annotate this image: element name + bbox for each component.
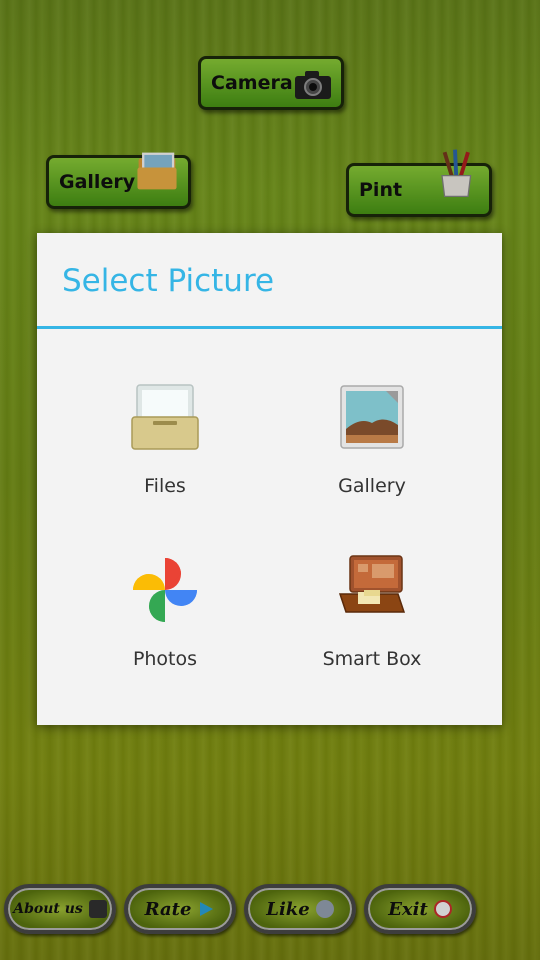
file-drawer-icon [131, 384, 199, 450]
landscape-photo-icon [340, 385, 404, 449]
option-photos[interactable]: Photos [65, 554, 265, 694]
option-files[interactable]: Files [65, 381, 265, 521]
dialog-title: Select Picture [37, 233, 502, 329]
option-gallery-label: Gallery [338, 475, 406, 497]
option-files-label: Files [144, 475, 186, 497]
option-photos-label: Photos [132, 648, 198, 670]
select-picture-dialog: Select Picture Files Gallery Photos Smar… [37, 233, 502, 725]
option-smart-box-label: Smart Box [322, 648, 422, 670]
google-photos-pinwheel-icon [133, 558, 197, 622]
option-gallery[interactable]: Gallery [272, 381, 472, 521]
option-smart-box[interactable]: Smart Box [272, 554, 472, 694]
briefcase-icon [338, 555, 406, 613]
